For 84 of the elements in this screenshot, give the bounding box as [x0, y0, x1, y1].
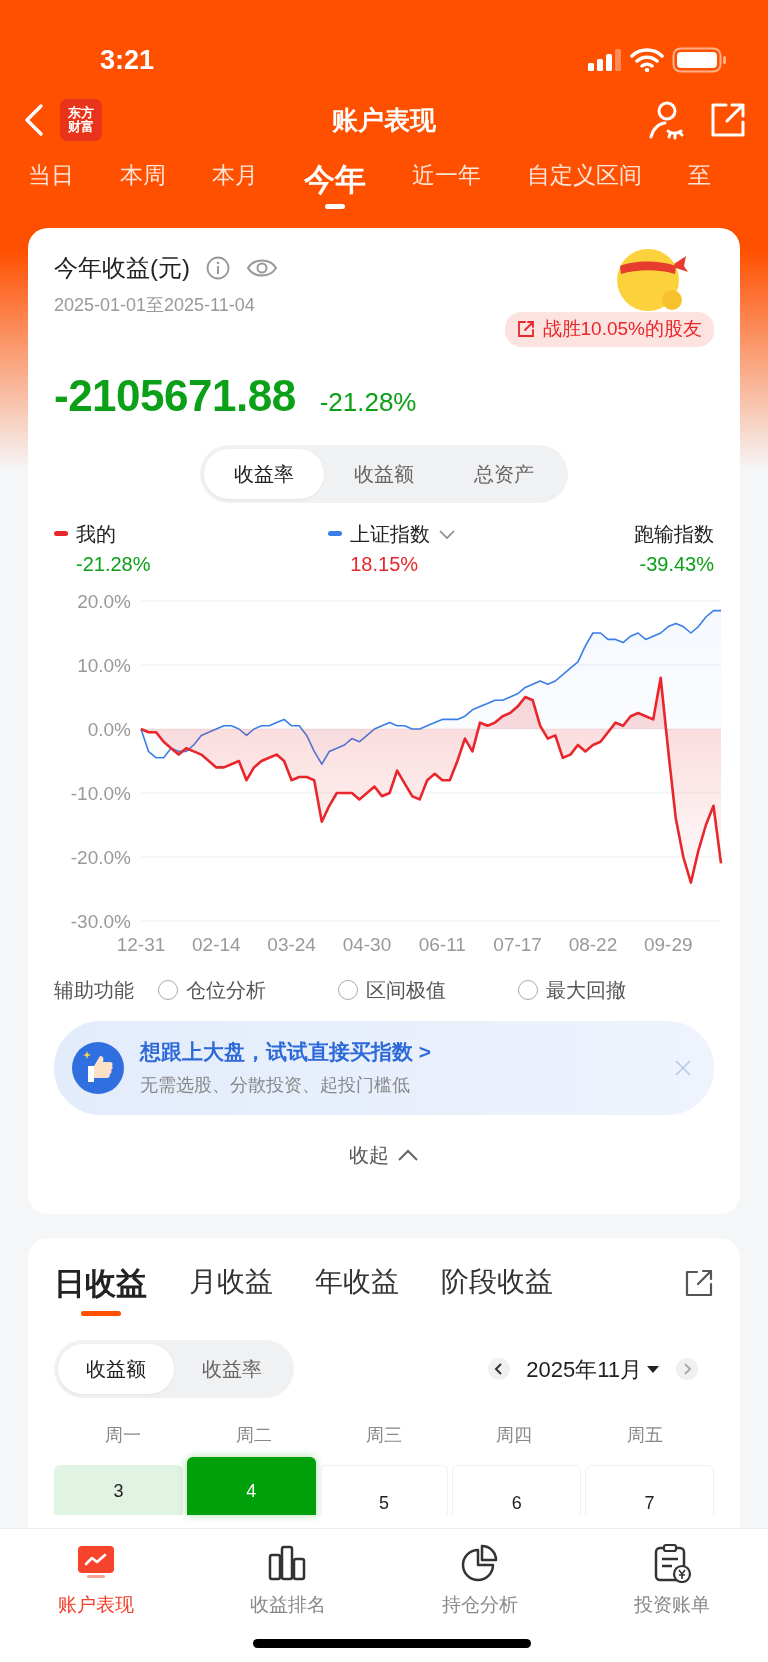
toggle-tab[interactable]: 收益额: [58, 1344, 174, 1394]
page-title: 账户表现: [332, 103, 436, 137]
x-axis-label: 07-17: [493, 933, 542, 955]
y-axis-label: -20.0%: [70, 846, 131, 868]
eye-icon[interactable]: [246, 257, 278, 279]
info-icon[interactable]: [206, 256, 230, 280]
previous-month-button[interactable]: [488, 1358, 511, 1380]
date-range: 2025-01-01至2025-11-04: [54, 294, 256, 317]
return-rate: -21.28%: [319, 385, 417, 419]
signal-icon: [588, 49, 622, 71]
legend-label: 我的: [76, 521, 116, 547]
promo-title[interactable]: 想跟上大盘，试试直接买指数 >: [140, 1036, 658, 1068]
nav-tab[interactable]: 收益排名: [192, 1529, 384, 1620]
x-axis-label: 03-24: [267, 933, 316, 955]
period-tab[interactable]: 当日: [28, 164, 74, 187]
chevron-up-icon: [397, 1147, 419, 1162]
dropdown-icon[interactable]: [438, 527, 457, 540]
chevron-right-icon: [682, 1363, 692, 1375]
income-tab[interactable]: 阶段收益: [441, 1268, 553, 1296]
period-tab[interactable]: 近一年: [412, 164, 481, 187]
period-tab[interactable]: 今年: [304, 164, 366, 209]
thumbs-up-icon: [72, 1041, 124, 1094]
y-axis-label: -30.0%: [70, 910, 131, 932]
weekday-label: 周二: [234, 1424, 273, 1447]
metric-tab[interactable]: 总资产: [444, 448, 564, 499]
income-tab[interactable]: 年收益: [315, 1268, 399, 1296]
day-cell[interactable]: 4: [186, 1457, 316, 1515]
app-logo: 东方 财富: [60, 99, 102, 141]
day-cell[interactable]: 6: [452, 1465, 582, 1515]
y-axis-label: -10.0%: [70, 782, 131, 804]
nav-tab[interactable]: 投资账单: [576, 1529, 768, 1620]
income-tab[interactable]: 月收益: [189, 1268, 273, 1296]
x-axis-label: 06-11: [418, 933, 466, 955]
status-time: 3:21: [100, 43, 155, 77]
weekday-label: 周三: [365, 1424, 403, 1447]
metric-tab[interactable]: 收益率: [204, 448, 324, 499]
share-icon: [516, 320, 535, 339]
aux-option[interactable]: 区间极值: [338, 974, 518, 1005]
period-tab[interactable]: 至: [688, 164, 711, 187]
account-privacy-icon[interactable]: [648, 100, 686, 140]
toggle-tab[interactable]: 收益率: [174, 1344, 290, 1394]
index-promo-banner[interactable]: 想跟上大盘，试试直接买指数 > 无需选股、分散投资、起投门槛低: [54, 1020, 714, 1115]
x-axis-label: 08-22: [568, 933, 618, 955]
wifi-icon: [630, 48, 664, 72]
day-cell[interactable]: 3: [54, 1465, 183, 1515]
day-cell[interactable]: 5: [319, 1465, 449, 1515]
chevron-left-icon: [494, 1363, 505, 1375]
y-axis-label: 20.0%: [77, 590, 131, 612]
beat-investors-badge[interactable]: 战胜10.05%的股友: [504, 312, 714, 347]
x-axis-label: 12-31: [116, 933, 166, 955]
collapse-button[interactable]: 收起: [343, 1138, 425, 1171]
period-tab[interactable]: 本周: [120, 164, 166, 187]
weekday-label: 周五: [625, 1424, 664, 1447]
x-axis-label: 02-14: [192, 933, 241, 955]
day-cell[interactable]: 7: [585, 1465, 714, 1515]
battery-icon: [672, 47, 728, 73]
weekday-label: 周四: [495, 1424, 534, 1447]
weekday-label: 周一: [104, 1424, 143, 1447]
legend-label[interactable]: 上证指数: [350, 518, 431, 549]
aux-label: 辅助功能: [54, 977, 134, 1003]
next-month-button[interactable]: [676, 1358, 698, 1380]
earnings-title: 今年收益(元): [54, 253, 190, 283]
earnings-amount: -2105671.88: [54, 369, 296, 422]
income-tab[interactable]: 日收益: [54, 1268, 147, 1316]
back-icon[interactable]: [24, 103, 44, 137]
metric-tab[interactable]: 收益额: [324, 448, 444, 499]
legend-value: -21.28%: [76, 551, 151, 577]
share-icon[interactable]: [684, 1268, 714, 1298]
period-tab[interactable]: 自定义区间: [527, 164, 642, 187]
legend-value: 18.15%: [350, 551, 419, 577]
period-tab[interactable]: 本月: [212, 164, 258, 187]
legend-value: -39.43%: [639, 551, 714, 577]
nav-tab[interactable]: 持仓分析: [384, 1529, 576, 1620]
caret-down-icon: [646, 1364, 660, 1374]
nav-tab[interactable]: 账户表现: [0, 1529, 192, 1620]
aux-option[interactable]: 最大回撤: [518, 974, 698, 1005]
aux-option[interactable]: 仓位分析: [158, 974, 338, 1005]
y-axis-label: 10.0%: [77, 654, 131, 676]
month-picker[interactable]: 2025年11月: [526, 1352, 660, 1386]
y-axis-label: 0.0%: [87, 718, 131, 740]
promo-subtitle: 无需选股、分散投资、起投门槛低: [140, 1073, 411, 1097]
x-axis-label: 04-30: [342, 933, 392, 955]
legend-label: 跑输指数: [634, 521, 714, 547]
x-axis-label: 09-29: [643, 933, 693, 955]
